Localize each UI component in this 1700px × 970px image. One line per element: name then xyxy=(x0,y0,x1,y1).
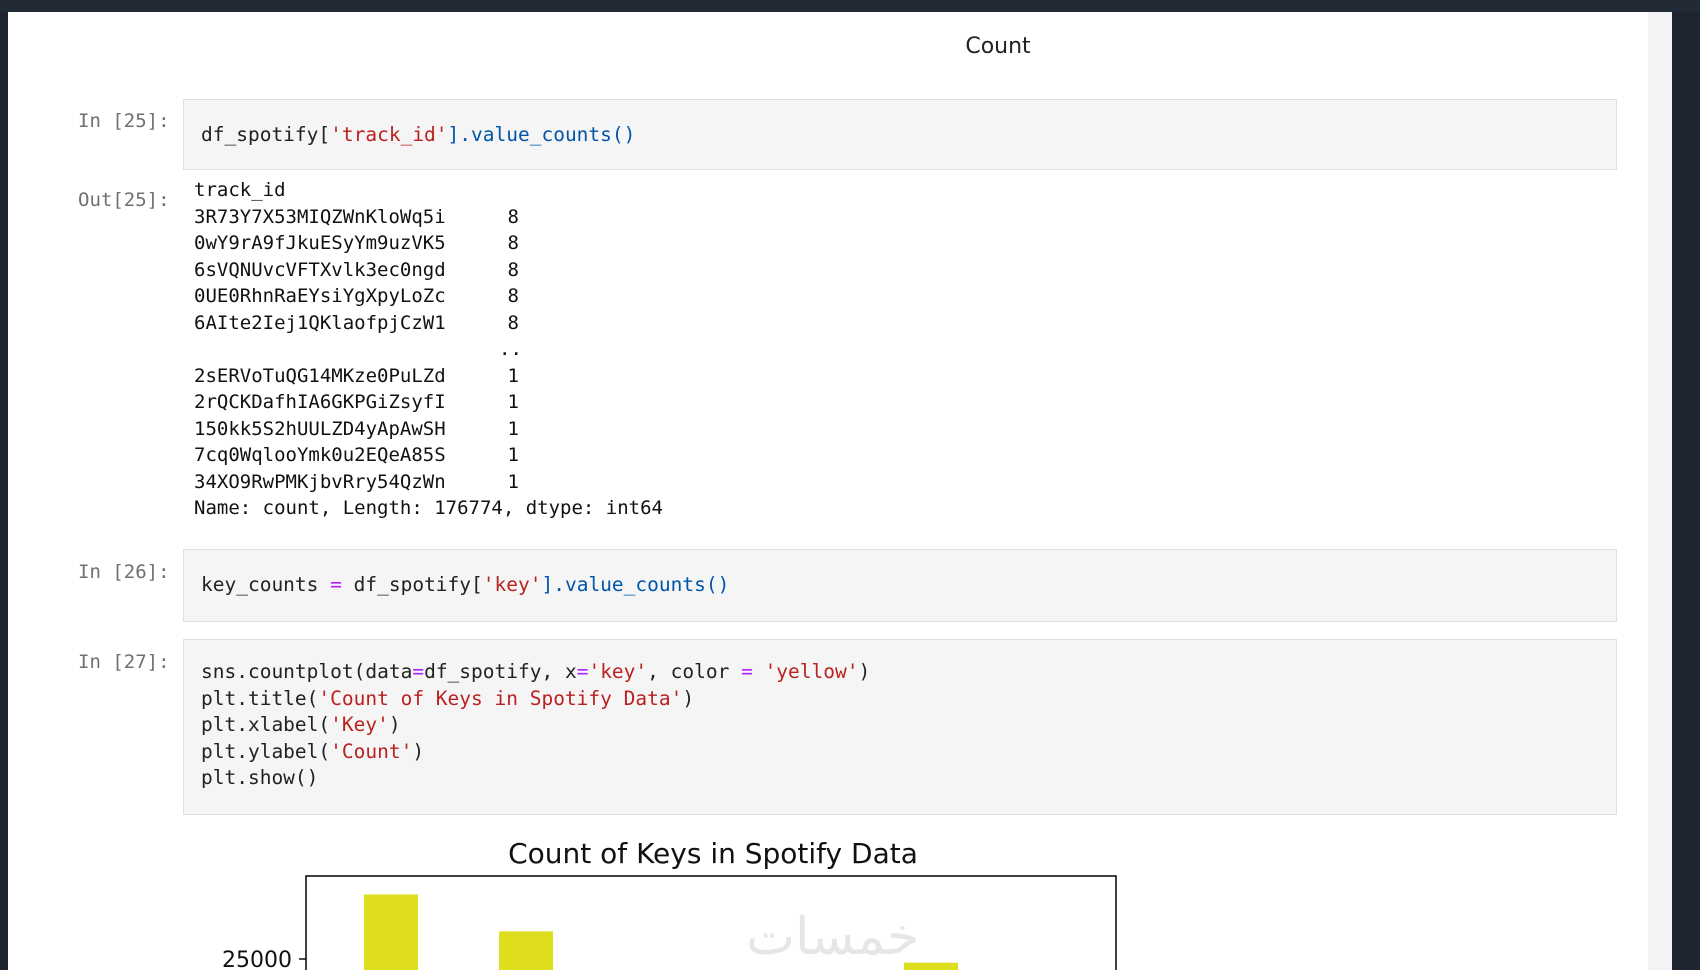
track-count: 8 xyxy=(507,258,519,281)
output-row: 3R73Y7X53MIQZWnKloWq5i 8 xyxy=(194,204,663,231)
output-row: 2rQCKDafhIA6GKPGiZsyfI 1 xyxy=(194,389,663,416)
output-ellipsis: .. xyxy=(499,338,522,360)
code-line: plt.xlabel('Key') xyxy=(201,713,401,736)
code-line: sns.countplot(data=df_spotify, x='key', … xyxy=(201,660,871,683)
output-row: 0wY9rA9fJkuESyYm9uzVK5 8 xyxy=(194,230,663,257)
track-count: 1 xyxy=(507,391,519,413)
track-count: 1 xyxy=(507,417,519,440)
track-id: 6AIte2Iej1QKlaofpjCzW1 xyxy=(194,311,446,334)
track-count: 8 xyxy=(507,311,519,334)
output-footer: Name: count, Length: 176774, dtype: int6… xyxy=(194,497,663,519)
track-id: 34XO9RwPMKjbvRry54QzWn xyxy=(194,470,446,493)
code-line: plt.title('Count of Keys in Spotify Data… xyxy=(201,686,695,710)
notebook-page: Count In [25]: df_spotify['track_id'].va… xyxy=(8,12,1648,970)
y-tick-label: 25000 xyxy=(222,948,292,970)
track-id: 150kk5S2hUULZD4yApAwSH xyxy=(194,417,446,440)
track-count: 8 xyxy=(507,205,519,228)
output-area-25: track_id 3R73Y7X53MIQZWnKloWq5i 8 0wY9rA9f… xyxy=(194,177,663,522)
chart-title: Count of Keys in Spotify Data xyxy=(508,837,918,870)
track-id: 0UE0RhnRaEYsiYgXpyLoZc xyxy=(194,285,446,307)
output-header: track_id xyxy=(194,179,286,201)
window-top-bar xyxy=(0,0,1700,12)
watermark-logo: خمسات xyxy=(746,907,920,967)
code-cell-27[interactable]: sns.countplot(data=df_spotify, x='key', … xyxy=(183,639,1617,815)
output-row: 0UE0RhnRaEYsiYgXpyLoZc 8 xyxy=(194,283,663,310)
track-count: 8 xyxy=(507,285,519,307)
track-id: 6sVQNUvcVFTXvlk3ec0ngd xyxy=(194,258,446,281)
track-id: 3R73Y7X53MIQZWnKloWq5i xyxy=(194,205,446,228)
code-line: plt.show() xyxy=(201,766,319,789)
code-cell-26[interactable]: key_counts = df_spotify['key'].value_cou… xyxy=(183,549,1617,622)
cell-prompt-out-25: Out[25]: xyxy=(78,189,170,211)
track-id: 2sERVoTuQG14MKze0PuLZd xyxy=(194,364,446,387)
bar xyxy=(364,894,419,970)
page-heading: Count xyxy=(965,34,1031,59)
code-line: key_counts = df_spotify['key'].value_cou… xyxy=(201,573,730,596)
cell-prompt-in-27: In [27]: xyxy=(78,651,170,673)
output-row: 6sVQNUvcVFTXvlk3ec0ngd 8 xyxy=(194,257,663,284)
track-count: 1 xyxy=(507,444,519,466)
countplot-chart: Count of Keys in Spotify Data 25000 xyxy=(222,837,1117,970)
output-row: 34XO9RwPMKjbvRry54QzWn 1 xyxy=(194,469,663,496)
cell-prompt-in-25: In [25]: xyxy=(78,110,170,132)
track-count: 1 xyxy=(507,364,519,387)
output-row: 7cq0WqlooYmk0u2EQeA85S 1 xyxy=(194,442,663,469)
output-row: 6AIte2Iej1QKlaofpjCzW1 8 xyxy=(194,310,663,337)
track-count: 1 xyxy=(507,470,519,493)
output-row: 2sERVoTuQG14MKze0PuLZd 1 xyxy=(194,363,663,390)
code-line: plt.ylabel('Count') xyxy=(201,739,425,763)
plot-frame xyxy=(305,875,1117,970)
bar xyxy=(499,931,554,970)
cell-prompt-in-26: In [26]: xyxy=(78,561,170,583)
track-id: 2rQCKDafhIA6GKPGiZsyfI xyxy=(194,391,446,413)
track-count: 8 xyxy=(507,232,519,254)
output-row: 150kk5S2hUULZD4yApAwSH 1 xyxy=(194,416,663,443)
code-cell-25[interactable]: df_spotify['track_id'].value_counts() xyxy=(183,99,1617,170)
code-line: df_spotify['track_id'].value_counts() xyxy=(201,123,636,146)
track-id: 7cq0WqlooYmk0u2EQeA85S xyxy=(194,444,446,466)
track-id: 0wY9rA9fJkuESyYm9uzVK5 xyxy=(194,232,446,254)
scrollbar-track[interactable] xyxy=(1648,12,1672,970)
